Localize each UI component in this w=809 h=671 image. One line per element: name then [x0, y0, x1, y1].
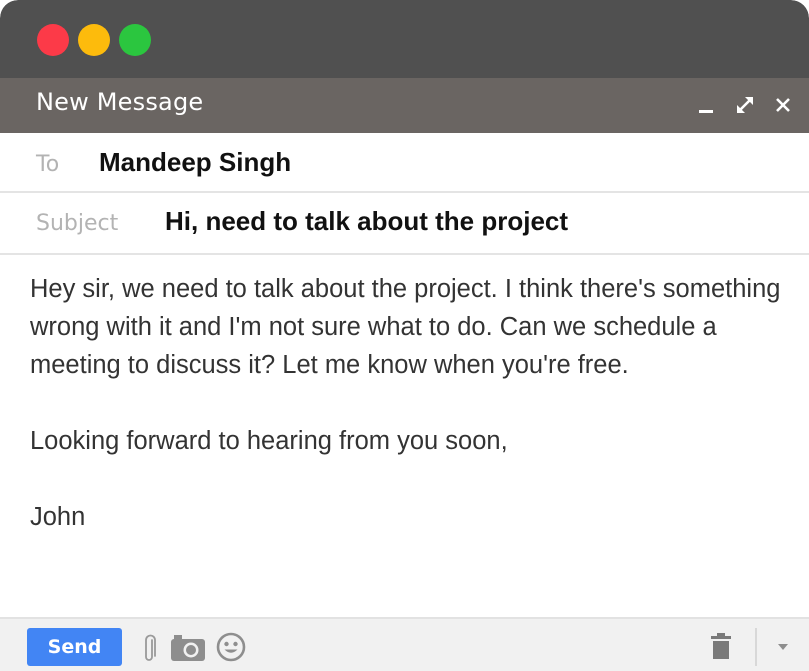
to-label: To — [36, 152, 60, 177]
subject-label: Subject — [36, 211, 119, 236]
subject-field[interactable]: Hi, need to talk about the project — [165, 206, 568, 237]
minimize-window-button[interactable] — [78, 24, 110, 56]
close-icon[interactable] — [771, 90, 795, 118]
compose-title: New Message — [36, 88, 204, 116]
to-field[interactable]: Mandeep Singh — [99, 147, 291, 178]
to-row: To Mandeep Singh — [0, 133, 809, 193]
smiley-icon[interactable] — [216, 632, 246, 662]
title-bar — [0, 0, 809, 78]
compose-header: New Message — [0, 78, 809, 133]
body-closing: Looking forward to hearing from you soon… — [30, 427, 508, 455]
trash-icon[interactable] — [711, 633, 731, 659]
paperclip-icon[interactable] — [140, 632, 158, 666]
zoom-window-button[interactable] — [119, 24, 151, 56]
header-controls — [695, 90, 795, 118]
body-paragraph: Hey sir, we need to talk about the proje… — [30, 275, 781, 379]
minimize-icon[interactable] — [695, 90, 719, 118]
footer-divider — [755, 628, 757, 666]
compose-footer: Send — [0, 617, 809, 671]
close-window-button[interactable] — [37, 24, 69, 56]
send-button[interactable]: Send — [27, 628, 122, 666]
body-signature: John — [30, 503, 86, 531]
subject-row: Subject Hi, need to talk about the proje… — [0, 193, 809, 255]
camera-icon[interactable] — [171, 635, 205, 661]
compose-window: New Message To Mandeep Singh Subject Hi,… — [0, 0, 809, 671]
message-body[interactable]: Hey sir, we need to talk about the proje… — [30, 270, 790, 536]
expand-icon[interactable] — [733, 90, 757, 118]
chevron-down-icon[interactable] — [776, 642, 790, 652]
